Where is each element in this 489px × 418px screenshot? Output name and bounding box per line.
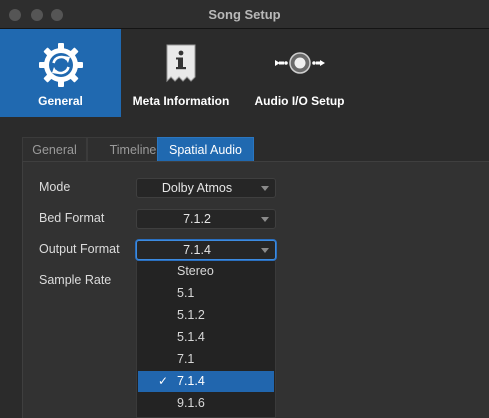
toolbar-general-button[interactable]: General — [0, 29, 121, 117]
dropdown-option-9-1-6[interactable]: 9.1.6 — [138, 393, 274, 414]
bed-format-label: Bed Format — [39, 211, 105, 225]
audio-io-icon — [275, 52, 325, 74]
output-format-label: Output Format — [39, 242, 120, 256]
mode-select[interactable]: Dolby Atmos — [136, 178, 276, 198]
mode-label: Mode — [39, 180, 71, 194]
checkmark-icon: ✓ — [158, 374, 169, 388]
dropdown-option-5-1-2[interactable]: 5.1.2 — [138, 305, 274, 326]
toolbar-meta-information-label: Meta Information — [132, 94, 230, 108]
sample-rate-label: Sample Rate — [39, 273, 112, 287]
title-bar: Song Setup — [0, 0, 489, 29]
toolbar-audio-io-setup-button[interactable]: Audio I/O Setup — [241, 29, 358, 117]
bed-format-select[interactable]: 7.1.2 — [136, 209, 276, 229]
dropdown-option-7-1[interactable]: 7.1 — [138, 349, 274, 370]
mode-value: Dolby Atmos — [161, 181, 233, 195]
chevron-down-icon — [261, 248, 269, 253]
chevron-down-icon — [261, 186, 269, 191]
output-format-select[interactable]: 7.1.4 — [136, 240, 276, 260]
dropdown-option-label: 7.1.4 — [177, 374, 205, 388]
dropdown-option-5-1[interactable]: 5.1 — [138, 283, 274, 304]
dropdown-option-5-1-4[interactable]: 5.1.4 — [138, 327, 274, 348]
output-format-value: 7.1.4 — [183, 243, 211, 257]
tab-general[interactable]: General — [22, 137, 87, 162]
tab-spatial-audio[interactable]: Spatial Audio — [157, 137, 254, 162]
dropdown-option-stereo[interactable]: Stereo — [138, 261, 274, 282]
toolbar-general-label: General — [38, 94, 83, 108]
chevron-down-icon — [261, 217, 269, 222]
toolbar-audio-io-setup-label: Audio I/O Setup — [254, 94, 345, 108]
info-document-icon — [166, 44, 196, 83]
toolbar-meta-information-button[interactable]: Meta Information — [121, 29, 241, 117]
bed-format-value: 7.1.2 — [183, 212, 211, 226]
output-format-dropdown: Stereo 5.1 5.1.2 5.1.4 7.1 ✓ 7.1.4 9.1.6 — [136, 261, 276, 418]
setup-toolbar: General Meta Information Audio I/O Setup — [0, 29, 489, 117]
window-title: Song Setup — [208, 7, 281, 22]
dropdown-option-7-1-4[interactable]: ✓ 7.1.4 — [138, 371, 274, 392]
gear-refresh-icon — [39, 43, 83, 87]
